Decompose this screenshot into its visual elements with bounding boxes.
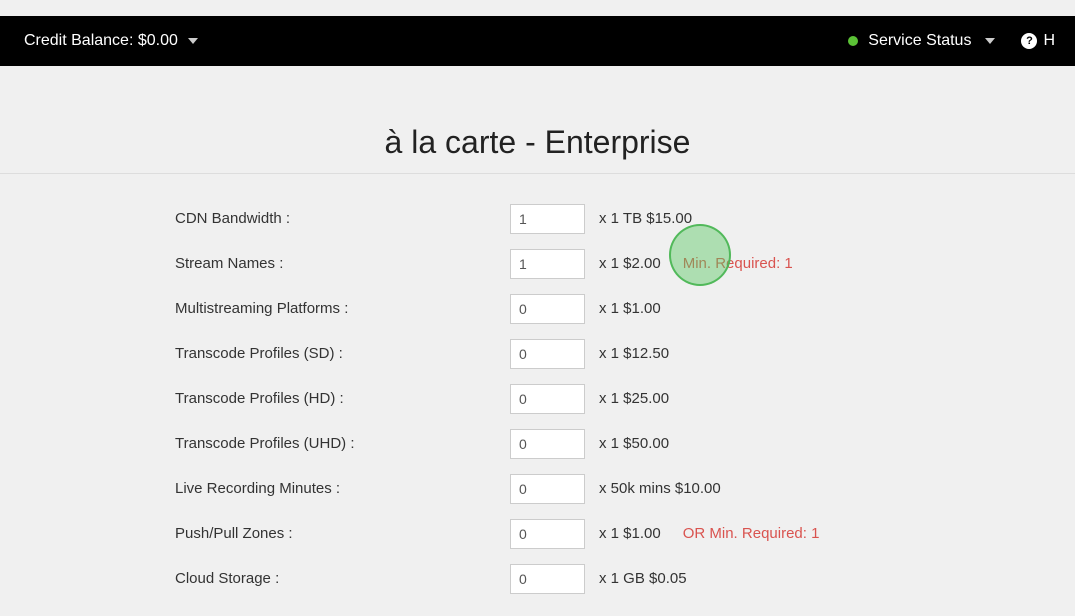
row-label: Transcode Profiles (UHD) : [175,435,510,452]
row-push-pull-zones: Push/Pull Zones : x 1 $1.00 OR Min. Requ… [175,511,1075,556]
unit-text: x 1 $2.00 [599,255,661,272]
help-icon: ? [1021,33,1037,49]
row-cloud-storage: Cloud Storage : x 1 GB $0.05 [175,556,1075,601]
row-live-recording: Live Recording Minutes : x 50k mins $10.… [175,466,1075,511]
transcode-hd-input[interactable] [510,384,585,414]
topbar: Credit Balance: $0.00 Service Status ? H [0,16,1075,66]
unit-text: x 1 $50.00 [599,435,669,452]
credit-balance-dropdown[interactable]: Credit Balance: $0.00 [24,32,198,50]
help-label: H [1043,32,1055,50]
row-label: Cloud Storage : [175,570,510,587]
cloud-storage-input[interactable] [510,564,585,594]
help-link[interactable]: ? H [1021,32,1055,50]
row-transcode-sd: Transcode Profiles (SD) : x 1 $12.50 [175,331,1075,376]
live-recording-input[interactable] [510,474,585,504]
push-pull-zones-input[interactable] [510,519,585,549]
row-label: Multistreaming Platforms : [175,300,510,317]
row-transcode-uhd: Transcode Profiles (UHD) : x 1 $50.00 [175,421,1075,466]
service-status-dropdown[interactable]: Service Status [848,32,995,50]
divider [0,173,1075,174]
unit-text: x 1 $12.50 [599,345,669,362]
stream-names-input[interactable] [510,249,585,279]
min-required-warning: Min. Required: 1 [683,255,793,272]
topbar-right: Service Status ? H [848,32,1055,50]
min-required-warning: OR Min. Required: 1 [683,525,820,542]
chevron-down-icon [188,38,198,44]
row-label: Transcode Profiles (SD) : [175,345,510,362]
multistreaming-input[interactable] [510,294,585,324]
unit-text: x 1 GB $0.05 [599,570,687,587]
service-status-label: Service Status [868,32,971,50]
cdn-bandwidth-input[interactable] [510,204,585,234]
unit-text: x 1 $25.00 [599,390,669,407]
row-transcode-hd: Transcode Profiles (HD) : x 1 $25.00 [175,376,1075,421]
row-stream-names: Stream Names : x 1 $2.00 Min. Required: … [175,241,1075,286]
credit-balance-label: Credit Balance: $0.00 [24,32,178,50]
row-label: Live Recording Minutes : [175,480,510,497]
chevron-down-icon [985,38,995,44]
row-label: Stream Names : [175,255,510,272]
status-indicator-icon [848,36,858,46]
unit-text: x 1 $1.00 [599,525,661,542]
transcode-sd-input[interactable] [510,339,585,369]
unit-text: x 1 TB $15.00 [599,210,692,227]
unit-text: x 1 $1.00 [599,300,661,317]
row-label: Push/Pull Zones : [175,525,510,542]
page-title: à la carte - Enterprise [0,124,1075,161]
row-multistreaming: Multistreaming Platforms : x 1 $1.00 [175,286,1075,331]
row-label: CDN Bandwidth : [175,210,510,227]
row-cdn-bandwidth: CDN Bandwidth : x 1 TB $15.00 [175,196,1075,241]
transcode-uhd-input[interactable] [510,429,585,459]
unit-text: x 50k mins $10.00 [599,480,721,497]
row-label: Transcode Profiles (HD) : [175,390,510,407]
pricing-form: CDN Bandwidth : x 1 TB $15.00 Stream Nam… [0,196,1075,601]
